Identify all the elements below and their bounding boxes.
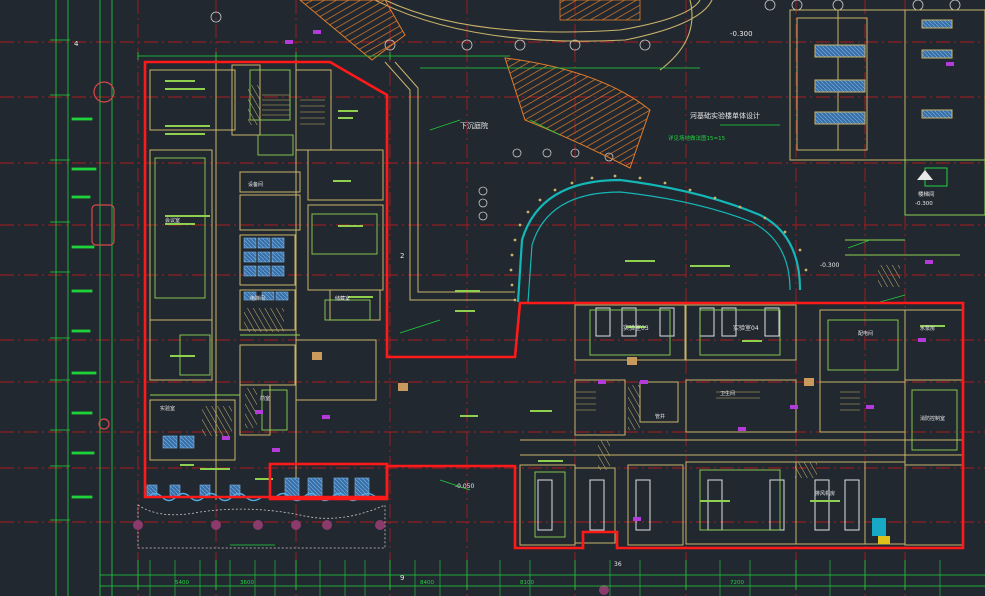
axis-label-9: 9 xyxy=(400,574,404,582)
sunken-courtyard-edge xyxy=(384,61,515,301)
room-label-f: 前室 xyxy=(260,395,270,402)
driveway-dots xyxy=(509,174,808,302)
lab-label-04: 实验室04 xyxy=(733,324,759,332)
stair-arrow-icon xyxy=(917,170,933,180)
room-label-d: 实验室 xyxy=(160,405,175,412)
axis-label-36: 36 xyxy=(614,561,622,568)
elevation-top: -0.300 xyxy=(730,30,753,38)
left-dimension-column xyxy=(55,0,113,596)
elevation-bottom: -0.050 xyxy=(455,483,475,490)
drawing-labels: -0.300 下沉庭院 河基础实验楼单体设计 详见场地做法图15=15 -0.3… xyxy=(74,30,945,586)
stair-label: 楼梯间 xyxy=(918,190,935,198)
room-label-c: 储藏室 xyxy=(335,295,350,302)
design-note-label: 详见场地做法图15=15 xyxy=(668,134,726,142)
upper-right-building xyxy=(789,9,985,216)
top-hatched-ramp xyxy=(299,0,651,169)
room-label-j: 消防控制室 xyxy=(920,415,945,422)
lab-fume-hoods xyxy=(537,307,860,531)
leader-lines xyxy=(230,119,906,546)
elevation-right: -0.300 xyxy=(915,201,933,207)
annotation-dashes xyxy=(165,80,945,502)
column-markers-left xyxy=(91,81,115,430)
dimension-2: 3600 xyxy=(240,580,254,586)
design-title-label: 河基础实验楼单体设计 xyxy=(690,111,760,120)
elevation-mid: -0.300 xyxy=(820,262,840,269)
floor-plan-canvas[interactable]: -0.300 下沉庭院 河基础实验楼单体设计 详见场地做法图15=15 -0.3… xyxy=(0,0,985,596)
axis-label-2: 2 xyxy=(400,252,404,260)
axis-label-4: 4 xyxy=(74,40,79,48)
room-label-e: 电梯间 xyxy=(250,295,265,302)
dimension-1: 5400 xyxy=(175,580,189,586)
dimension-5: 7200 xyxy=(730,580,744,586)
lab-label-03: 实验室03 xyxy=(623,324,649,332)
room-label-g: 配电间 xyxy=(858,330,873,337)
bottom-dimension-chain xyxy=(100,560,985,590)
room-label-l: 管井 xyxy=(655,413,665,420)
left-annotation-ticks xyxy=(50,39,97,521)
left-building-green-lines xyxy=(150,69,378,431)
cad-drawing-viewport[interactable]: -0.300 下沉庭院 河基础实验楼单体设计 详见场地做法图15=15 -0.3… xyxy=(0,0,985,596)
room-label-i: 排风机房 xyxy=(815,490,835,497)
bottom-grid-ticks xyxy=(149,560,941,596)
plaza-arcs xyxy=(374,0,713,71)
curved-driveway xyxy=(516,178,802,303)
room-label-b: 会议室 xyxy=(165,217,180,224)
right-building-walls xyxy=(519,304,964,546)
hatched-shafts-right xyxy=(598,265,900,478)
room-label-h: 水泵房 xyxy=(920,325,935,332)
stairs-right xyxy=(576,391,860,411)
room-label-a: 设备间 xyxy=(248,181,263,188)
cyan-accent-right xyxy=(872,518,890,544)
dimension-4: 8100 xyxy=(520,580,534,586)
top-dimension-chain xyxy=(137,52,700,69)
dimension-3: 8400 xyxy=(420,580,434,586)
room-label-k: 卫生间 xyxy=(720,390,735,397)
column-dots xyxy=(133,520,609,595)
sunken-courtyard-label: 下沉庭院 xyxy=(460,121,488,130)
